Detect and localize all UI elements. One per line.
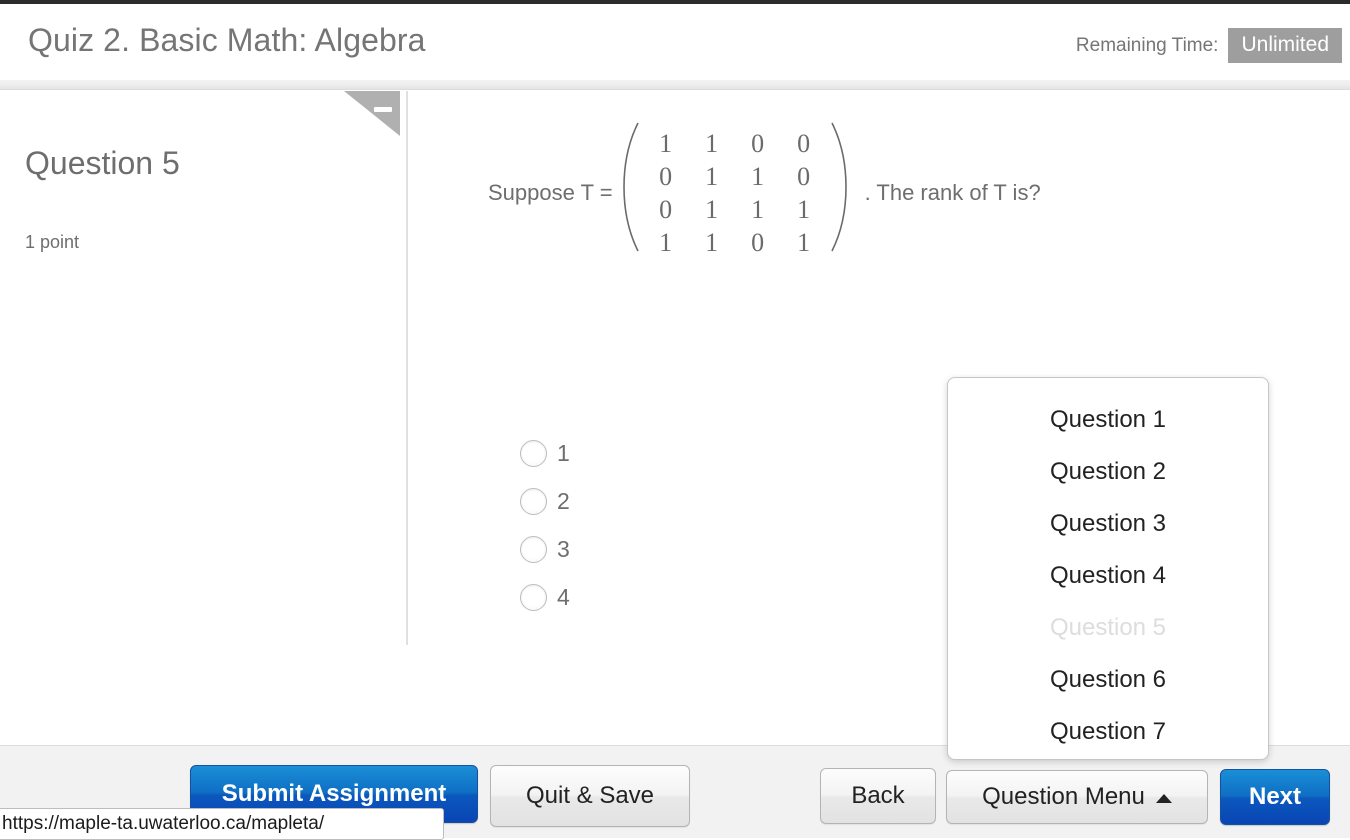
matrix-cell: 1 [705,227,719,257]
remaining-time: Remaining Time: Unlimited [1075,28,1342,64]
matrix-cell: 1 [797,194,811,224]
stem-lead-text: Suppose T = [488,180,613,205]
page-title: Quiz 2. Basic Math: Algebra [28,22,426,58]
answer-choices: 1 2 3 4 [520,429,570,621]
quit-and-save-button[interactable]: Quit & Save [490,765,690,827]
corner-triangle-icon [344,91,400,136]
matrix-cell: 0 [659,194,673,224]
question-menu-button[interactable]: Question Menu [946,770,1208,824]
right-paren-icon [829,121,849,265]
header-divider [0,80,1350,90]
question-points: 1 point [25,232,80,252]
matrix-grid: 1 1 0 0 0 1 1 0 0 1 1 1 1 1 0 1 [641,121,829,265]
question-menu-button-label: Question Menu [982,783,1145,810]
stem-tail-text: . The rank of T is? [864,180,1041,205]
remaining-time-badge: Unlimited [1228,28,1342,64]
browser-status-url: https://maple-ta.uwaterloo.ca/mapleta/ [0,808,444,840]
matrix-T: 1 1 0 0 0 1 1 0 0 1 1 1 1 1 0 1 [617,121,853,265]
matrix-cell: 1 [659,128,673,158]
question-stem: Suppose T = 1 1 0 0 0 1 1 0 0 1 1 1 1 1 … [488,121,1041,265]
matrix-cell: 1 [705,161,719,191]
back-button[interactable]: Back [820,768,936,824]
matrix-cell: 0 [797,161,811,191]
next-button[interactable]: Next [1220,769,1330,825]
question-menu-item-4[interactable]: Question 4 [948,550,1268,602]
answer-option-1[interactable]: 1 [520,429,570,477]
answer-option-label: 4 [557,583,570,610]
question-sidebar: Question 5 1 point [0,91,408,645]
answer-option-4[interactable]: 4 [520,573,570,621]
question-menu-item-7[interactable]: Question 7 [948,706,1268,758]
matrix-cell: 0 [797,128,811,158]
answer-option-label: 2 [557,487,570,514]
answer-option-3[interactable]: 3 [520,525,570,573]
remaining-time-label: Remaining Time: [1075,34,1219,56]
question-menu-item-3[interactable]: Question 3 [948,498,1268,550]
matrix-cell: 1 [751,161,765,191]
matrix-cell: 0 [659,161,673,191]
question-menu-item-6[interactable]: Question 6 [948,654,1268,706]
matrix-cell: 1 [797,227,811,257]
question-menu-item-1[interactable]: Question 1 [948,394,1268,446]
question-menu-popup: Question 1 Question 2 Question 3 Questio… [947,377,1269,760]
question-menu-item-2[interactable]: Question 2 [948,446,1268,498]
radio-icon[interactable] [520,535,547,563]
matrix-cell: 0 [751,128,765,158]
answer-option-label: 1 [557,439,570,466]
left-paren-icon [621,121,641,265]
caret-up-icon [1155,793,1172,803]
matrix-cell: 0 [751,227,765,257]
answer-option-2[interactable]: 2 [520,477,570,525]
question-menu-item-5: Question 5 [1049,614,1167,641]
matrix-cell: 1 [705,194,719,224]
radio-icon[interactable] [520,583,547,611]
radio-icon[interactable] [520,487,547,515]
collapse-panel-button[interactable] [344,91,400,136]
matrix-cell: 1 [659,227,673,257]
matrix-cell: 1 [705,128,719,158]
quiz-header: Quiz 2. Basic Math: Algebra Remaining Ti… [0,4,1350,80]
matrix-cell: 1 [751,194,765,224]
answer-option-label: 3 [557,535,570,562]
question-heading: Question 5 [25,145,180,181]
minus-icon [374,107,392,112]
radio-icon[interactable] [520,439,547,467]
